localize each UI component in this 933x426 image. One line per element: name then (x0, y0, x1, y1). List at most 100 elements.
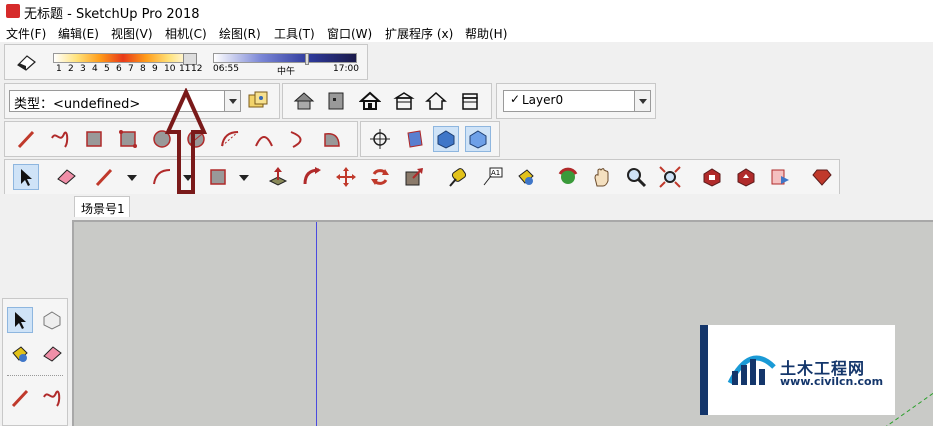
rectangle-icon[interactable] (81, 126, 107, 152)
left-line-icon[interactable] (7, 385, 33, 411)
tape-measure-icon[interactable] (445, 164, 471, 190)
sketchup-app-icon (6, 4, 20, 18)
layer-toolbar: ✓ Layer0 (496, 83, 656, 119)
scene-tab-1[interactable]: 场景号1 (74, 196, 130, 217)
warehouse-get-models-icon[interactable] (699, 164, 725, 190)
window-title: 无标题 - SketchUp Pro 2018 (24, 7, 200, 22)
time-end-label: 17:00 (333, 64, 359, 74)
zoom-extents-icon[interactable] (657, 164, 683, 190)
3d-warehouse-icon[interactable] (291, 88, 317, 114)
month-tick-3: 3 (80, 64, 86, 74)
menu-edit[interactable]: 编辑(E) (58, 25, 99, 42)
rotated-rectangle-icon[interactable] (115, 126, 141, 152)
left-eraser-icon[interactable] (39, 341, 65, 367)
time-noon-label: 中午 (277, 67, 296, 77)
blue-axis-line (316, 222, 317, 426)
2-point-arc-icon[interactable] (251, 126, 277, 152)
zoom-icon[interactable] (623, 164, 649, 190)
eraser-tool-icon[interactable] (53, 164, 79, 190)
paint-bucket-icon[interactable] (513, 164, 539, 190)
select-icon[interactable] (13, 164, 39, 190)
display-section-cuts-icon[interactable] (465, 126, 491, 152)
entity-type-value: <undefined> (53, 97, 141, 112)
line-icon[interactable] (13, 126, 39, 152)
month-tick-1: 1 (56, 64, 62, 74)
warehouse-share-component-icon[interactable] (767, 164, 793, 190)
month-tick-6: 6 (116, 64, 122, 74)
3-point-arc-icon[interactable] (285, 126, 311, 152)
left-tool-panel (2, 298, 68, 426)
extension-warehouse-ruby-icon[interactable] (809, 164, 835, 190)
menu-window[interactable]: 窗口(W) (327, 25, 372, 42)
extension-warehouse-icon[interactable] (323, 88, 349, 114)
left-paint-bucket-icon[interactable] (7, 341, 33, 367)
month-tick-12: 12 (191, 64, 203, 74)
layer-combo[interactable]: ✓ Layer0 (503, 90, 651, 112)
section-plane-icon[interactable] (367, 126, 393, 152)
layer-current-value: Layer0 (522, 93, 564, 107)
chevron-down-icon[interactable] (224, 91, 240, 111)
line-dropdown-icon[interactable] (127, 175, 137, 181)
menu-tools[interactable]: 工具(T) (274, 25, 315, 42)
push-pull-icon[interactable] (265, 164, 291, 190)
layer-dropdown-chevron-icon[interactable] (634, 91, 650, 111)
month-tick-4: 4 (92, 64, 98, 74)
month-tick-5: 5 (104, 64, 110, 74)
month-tick-8: 8 (140, 64, 146, 74)
follow-me-icon[interactable] (299, 164, 325, 190)
layer-check-icon: ✓ (510, 92, 521, 106)
orbit-icon[interactable] (555, 164, 581, 190)
watermark-logo: 土木工程网 www.civilcn.com (700, 325, 895, 415)
house-flat-icon[interactable] (457, 88, 483, 114)
component-options-icon[interactable] (245, 88, 271, 114)
month-slider[interactable] (53, 53, 193, 63)
left-make-component-icon[interactable] (39, 307, 65, 333)
menu-draw[interactable]: 绘图(R) (219, 25, 261, 42)
move-icon[interactable] (333, 164, 359, 190)
month-tick-11: 11 (179, 64, 191, 74)
time-slider[interactable] (213, 53, 357, 63)
toolbar-area: 1 2 3 4 5 6 7 8 9 10 11 12 06:55 中午 17:0… (0, 42, 933, 195)
left-freehand-icon[interactable] (39, 385, 65, 411)
logo-building-icon (727, 355, 776, 385)
menu-help[interactable]: 帮助(H) (465, 25, 507, 42)
scale-icon[interactable] (401, 164, 427, 190)
time-slider-thumb[interactable] (305, 53, 309, 65)
svg-text:A1: A1 (491, 169, 500, 177)
pie-icon[interactable] (319, 126, 345, 152)
menu-file[interactable]: 文件(F) (6, 25, 46, 42)
menu-view[interactable]: 视图(V) (111, 25, 153, 42)
rotate-icon[interactable] (367, 164, 393, 190)
left-toolbar-divider (7, 375, 63, 376)
annotation-arrow-icon (164, 88, 208, 194)
logo-url-text: www.civilcn.com (780, 375, 884, 388)
arc-icon[interactable] (217, 126, 243, 152)
warehouse-share-model-icon[interactable] (733, 164, 759, 190)
display-section-planes-icon[interactable] (433, 126, 459, 152)
warehouse-toolbar (282, 83, 492, 119)
left-select-icon[interactable] (7, 307, 33, 333)
text-icon[interactable]: A1 (479, 164, 505, 190)
menu-extensions[interactable]: 扩展程序 (x) (385, 25, 453, 42)
pencil-icon[interactable] (91, 164, 117, 190)
left-toolbar (0, 218, 72, 426)
entity-type-label: 类型： (14, 97, 54, 112)
main-toolbar: A1 (4, 159, 840, 195)
month-tick-10: 10 (164, 64, 176, 74)
house-outline-icon[interactable] (391, 88, 417, 114)
section-cut-icon[interactable] (401, 126, 427, 152)
shape-dropdown-icon[interactable] (239, 175, 249, 181)
shadow-toolbar: 1 2 3 4 5 6 7 8 9 10 11 12 06:55 中午 17:0… (4, 44, 368, 80)
house-simple-icon[interactable] (423, 88, 449, 114)
entity-info-toolbar: 类型：<undefined> (4, 83, 280, 119)
menu-bar: 文件(F) 编辑(E) 视图(V) 相机(C) 绘图(R) 工具(T) 窗口(W… (0, 22, 933, 42)
eraser-icon[interactable] (13, 49, 39, 75)
house-icon[interactable] (357, 88, 383, 114)
logo-side-bar (700, 325, 708, 415)
month-tick-2: 2 (68, 64, 74, 74)
month-tick-9: 9 (152, 64, 158, 74)
time-start-label: 06:55 (213, 64, 239, 74)
pan-icon[interactable] (589, 164, 615, 190)
freehand-icon[interactable] (47, 126, 73, 152)
menu-camera[interactable]: 相机(C) (165, 25, 207, 42)
